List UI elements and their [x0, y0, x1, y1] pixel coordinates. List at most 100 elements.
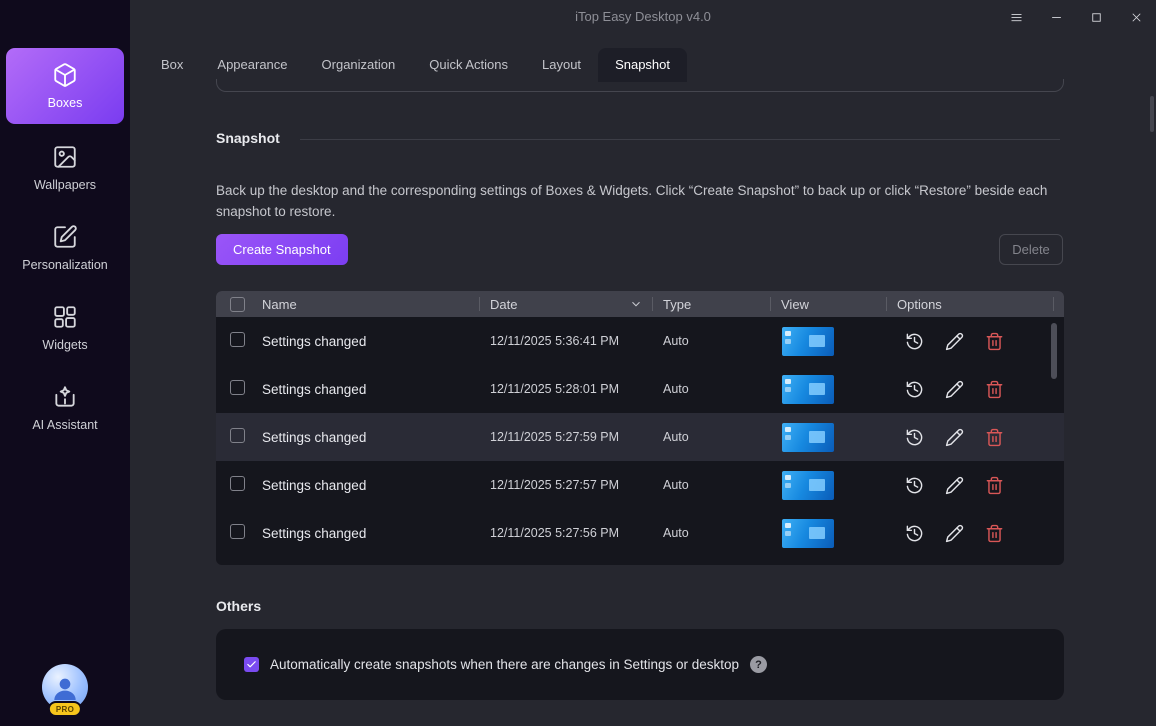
table-row[interactable]: Settings changed 12/11/2025 5:27:59 PM A… — [216, 413, 1064, 461]
table-rows: Settings changed 12/11/2025 5:36:41 PM A… — [216, 317, 1064, 557]
table-row[interactable]: Settings changed 12/11/2025 5:28:01 PM A… — [216, 365, 1064, 413]
chevron-down-icon[interactable] — [629, 297, 643, 311]
edit-button[interactable] — [943, 378, 965, 400]
sidebar-item-wallpapers[interactable]: Wallpapers — [6, 130, 124, 206]
row-name: Settings changed — [262, 430, 490, 445]
delete-row-button[interactable] — [983, 474, 1005, 496]
restore-button[interactable] — [903, 474, 925, 496]
row-type: Auto — [663, 430, 781, 444]
close-icon — [1129, 10, 1144, 25]
table-row[interactable]: Settings changed 12/11/2025 5:27:56 PM A… — [216, 509, 1064, 557]
auto-snapshot-label: Automatically create snapshots when ther… — [270, 657, 739, 672]
box-icon — [52, 62, 78, 88]
row-checkbox[interactable] — [230, 380, 245, 395]
pencil-icon — [945, 476, 964, 495]
row-type: Auto — [663, 334, 781, 348]
table-scrollbar-thumb[interactable] — [1051, 323, 1057, 379]
select-all-checkbox[interactable] — [230, 297, 245, 312]
row-type: Auto — [663, 478, 781, 492]
snapshot-table: Name Date Type View Options Settings cha… — [216, 291, 1064, 565]
edit-button[interactable] — [943, 330, 965, 352]
sidebar-item-personalization[interactable]: Personalization — [6, 210, 124, 286]
sidebar-item-boxes[interactable]: Boxes — [6, 48, 124, 124]
window-controls — [996, 0, 1156, 34]
close-button[interactable] — [1116, 0, 1156, 34]
table-header: Name Date Type View Options — [216, 291, 1064, 317]
snapshot-description: Back up the desktop and the correspondin… — [216, 180, 1068, 222]
tab-box[interactable]: Box — [144, 48, 200, 82]
delete-row-button[interactable] — [983, 522, 1005, 544]
row-name: Settings changed — [262, 334, 490, 349]
edit-button[interactable] — [943, 426, 965, 448]
delete-button[interactable]: Delete — [999, 234, 1063, 265]
edit-button[interactable] — [943, 474, 965, 496]
others-section-title: Others — [216, 598, 261, 614]
table-row[interactable]: Settings changed 12/11/2025 5:27:57 PM A… — [216, 461, 1064, 509]
sidebar: Boxes Wallpapers Personalization — [0, 0, 130, 726]
user-avatar[interactable]: PRO — [42, 664, 88, 710]
row-name: Settings changed — [262, 526, 490, 541]
edit-button[interactable] — [943, 522, 965, 544]
sidebar-item-label: Personalization — [22, 258, 107, 272]
widgets-grid-icon — [52, 304, 78, 330]
snapshot-thumbnail[interactable] — [782, 327, 834, 356]
row-checkbox[interactable] — [230, 476, 245, 491]
minimize-button[interactable] — [1036, 0, 1076, 34]
snapshot-thumbnail[interactable] — [782, 471, 834, 500]
snapshot-thumbnail[interactable] — [782, 423, 834, 452]
row-date: 12/11/2025 5:27:56 PM — [490, 526, 663, 540]
trash-icon — [985, 332, 1004, 351]
delete-row-button[interactable] — [983, 330, 1005, 352]
row-checkbox[interactable] — [230, 524, 245, 539]
delete-row-button[interactable] — [983, 378, 1005, 400]
window-scrollbar-thumb[interactable] — [1150, 96, 1154, 132]
row-checkbox[interactable] — [230, 332, 245, 347]
help-icon[interactable]: ? — [750, 656, 767, 673]
app-window: Boxes Wallpapers Personalization — [0, 0, 1156, 726]
tab-snapshot[interactable]: Snapshot — [598, 48, 687, 82]
section-divider — [300, 139, 1060, 140]
tab-quick-actions[interactable]: Quick Actions — [412, 48, 525, 82]
hamburger-icon — [1009, 10, 1024, 25]
restore-history-icon — [905, 476, 924, 495]
menu-button[interactable] — [996, 0, 1036, 34]
restore-history-icon — [905, 524, 924, 543]
row-name: Settings changed — [262, 478, 490, 493]
pencil-icon — [945, 332, 964, 351]
person-icon — [49, 672, 81, 704]
row-date: 12/11/2025 5:28:01 PM — [490, 382, 663, 396]
row-date: 12/11/2025 5:27:57 PM — [490, 478, 663, 492]
restore-button[interactable] — [903, 522, 925, 544]
header-date[interactable]: Date — [490, 291, 663, 317]
row-type: Auto — [663, 382, 781, 396]
row-checkbox[interactable] — [230, 428, 245, 443]
tab-appearance[interactable]: Appearance — [200, 48, 304, 82]
header-view: View — [781, 291, 897, 317]
create-snapshot-button[interactable]: Create Snapshot — [216, 234, 348, 265]
auto-snapshot-checkbox[interactable] — [244, 657, 259, 672]
snapshot-thumbnail[interactable] — [782, 375, 834, 404]
ai-assistant-icon — [52, 384, 78, 410]
delete-row-button[interactable] — [983, 426, 1005, 448]
maximize-button[interactable] — [1076, 0, 1116, 34]
pro-badge: PRO — [48, 701, 82, 717]
trash-icon — [985, 380, 1004, 399]
row-type: Auto — [663, 526, 781, 540]
sidebar-item-widgets[interactable]: Widgets — [6, 290, 124, 366]
snapshot-thumbnail[interactable] — [782, 519, 834, 548]
restore-button[interactable] — [903, 378, 925, 400]
sidebar-item-ai-assistant[interactable]: AI Assistant — [6, 370, 124, 446]
trash-icon — [985, 524, 1004, 543]
check-icon — [246, 659, 257, 670]
header-type: Type — [663, 291, 781, 317]
row-date: 12/11/2025 5:36:41 PM — [490, 334, 663, 348]
tab-organization[interactable]: Organization — [305, 48, 413, 82]
table-row[interactable]: Settings changed 12/11/2025 5:36:41 PM A… — [216, 317, 1064, 365]
sidebar-item-label: AI Assistant — [32, 418, 97, 432]
tab-layout[interactable]: Layout — [525, 48, 598, 82]
others-panel: Automatically create snapshots when ther… — [216, 629, 1064, 700]
restore-button[interactable] — [903, 330, 925, 352]
restore-button[interactable] — [903, 426, 925, 448]
profile-area: PRO — [0, 664, 130, 710]
header-options: Options — [897, 291, 1064, 317]
